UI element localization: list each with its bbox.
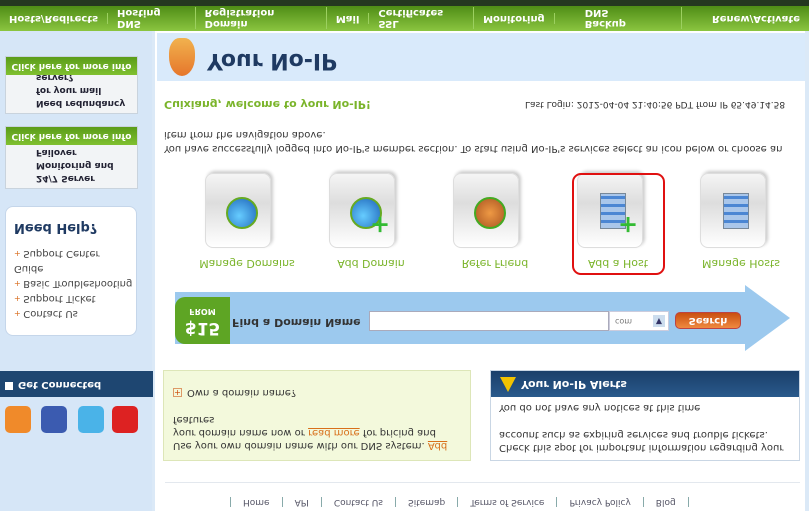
domain-text: for pricing and (362, 427, 436, 438)
page-header: Your No-IP (157, 33, 805, 81)
plus-icon: + (370, 211, 391, 239)
alerts-title: Your No-IP Alerts (521, 378, 627, 391)
help-link[interactable]: Support Ticket (14, 291, 136, 306)
domain-text: features (173, 414, 215, 425)
tld-select[interactable]: com ▼ (609, 311, 669, 331)
price: $15 (184, 318, 221, 338)
need-help-title: Need Help? (14, 220, 98, 235)
price-badge: $15 FROM (175, 297, 230, 344)
alerts-description: Check this spot for important informatio… (499, 429, 784, 453)
own-domain-toggle[interactable]: + Own a domain name? (173, 386, 461, 399)
highlight-box (572, 173, 665, 275)
page-flipped: Home API Contact Us Sitemap Terms of Ser… (0, 0, 809, 511)
twitter-icon[interactable] (78, 406, 104, 433)
refer-friend-tile[interactable] (453, 173, 519, 248)
ad-text: Need redundancy for your mail server? (36, 72, 126, 108)
help-link[interactable]: Support Center (14, 246, 136, 261)
intro-text: You have successfully logged into No-IP'… (164, 129, 783, 154)
server-manage-icon (723, 193, 749, 229)
chevron-down-icon: ▼ (653, 315, 665, 327)
ad-cta[interactable]: Click here for more info (6, 127, 137, 145)
refer-friend-icon (474, 197, 506, 229)
get-connected-label: Get Connected (18, 379, 102, 390)
manage-hosts-tile[interactable] (700, 173, 766, 248)
add-link[interactable]: Add (428, 440, 447, 451)
nav-dns-hosting[interactable]: DNS Hosting (108, 7, 196, 30)
domain-search-input[interactable] (369, 311, 609, 331)
ad-cta[interactable]: Click here for more info (6, 57, 137, 75)
nav-backup-dns[interactable]: Backup DNS (554, 7, 682, 30)
alerts-header: Your No-IP Alerts (491, 371, 799, 397)
nav-ssl[interactable]: SSL Certificates (369, 7, 475, 30)
search-button[interactable]: Search (675, 312, 741, 329)
rss-icon[interactable] (5, 406, 31, 433)
tile-label[interactable]: Manage Hosts (686, 257, 796, 270)
globe-manage-icon (226, 197, 258, 229)
read-more-link[interactable]: read more (308, 427, 360, 438)
own-domain-label: Own a domain name? (187, 387, 297, 398)
divider (165, 482, 800, 483)
help-link[interactable]: Contact Us (14, 306, 136, 321)
youtube-icon[interactable] (112, 406, 138, 433)
warning-icon (500, 377, 516, 392)
tld-value: com (615, 317, 633, 326)
link-blog[interactable]: Blog (642, 497, 689, 507)
nav-mail[interactable]: Mail (326, 13, 370, 24)
help-link[interactable]: Basic Troubleshooting Guide (14, 261, 136, 291)
find-domain-label: Find a Domain Name (232, 316, 361, 329)
manage-domains-tile[interactable] (205, 173, 271, 248)
nav-renew[interactable]: Renew/Activate (682, 13, 809, 24)
facebook-icon[interactable] (41, 406, 67, 433)
bottom-nav: Hosts/Redirects DNS Hosting Domain Regis… (0, 6, 809, 31)
no-ip-logo-icon (169, 38, 195, 76)
add-domain-tile[interactable]: + (329, 173, 395, 248)
tile-label[interactable]: Add Domain (316, 257, 426, 270)
monitoring-ad[interactable]: 24/7 Server Monitoring and Failover Click… (5, 126, 138, 189)
tile-label[interactable]: Manage Domains (192, 257, 302, 270)
nav-monitoring[interactable]: Monitoring (474, 13, 555, 24)
footer-strip (0, 0, 809, 6)
link-api[interactable]: API (281, 497, 321, 507)
tile-label[interactable]: Refer Friend (440, 257, 550, 270)
page-title: Your No-IP (207, 48, 338, 73)
need-help-box: Contact Us Support Ticket Basic Troubles… (5, 206, 137, 336)
mail-ad[interactable]: Need redundancy for your mail server? Cli… (5, 56, 138, 114)
alerts-box: Check this spot for important informatio… (490, 370, 800, 461)
link-contact[interactable]: Contact Us (320, 497, 395, 507)
link-privacy[interactable]: Privacy Policy (556, 497, 643, 507)
link-sitemap[interactable]: Sitemap (394, 497, 458, 507)
domain-text: your domain name now or (173, 427, 305, 438)
domain-text: Use your own domain name with our DNS sy… (173, 440, 425, 451)
link-terms[interactable]: Terms of Service (457, 497, 557, 507)
get-connected-bar[interactable]: Get Connected (0, 371, 153, 397)
alerts-notice: You do not have any notices at this time (499, 402, 701, 413)
last-login: Last Login: 2012-04-04 21:40:56 PDT from… (525, 99, 786, 109)
top-links: Home API Contact Us Sitemap Terms of Ser… (230, 497, 689, 507)
link-home[interactable]: Home (230, 497, 282, 507)
from-label: FROM (189, 307, 216, 316)
nav-hosts[interactable]: Hosts/Redirects (0, 13, 109, 24)
welcome-text: Cuixiang, welcome to your No-IP! (164, 98, 371, 111)
ad-text: 24/7 Server Monitoring and Failover (36, 147, 114, 183)
nav-domain-registration[interactable]: Domain Registration (195, 7, 327, 30)
domain-box: Use your own domain name with our DNS sy… (163, 370, 471, 461)
plus-icon: + (173, 388, 182, 397)
plus-icon (5, 382, 13, 390)
